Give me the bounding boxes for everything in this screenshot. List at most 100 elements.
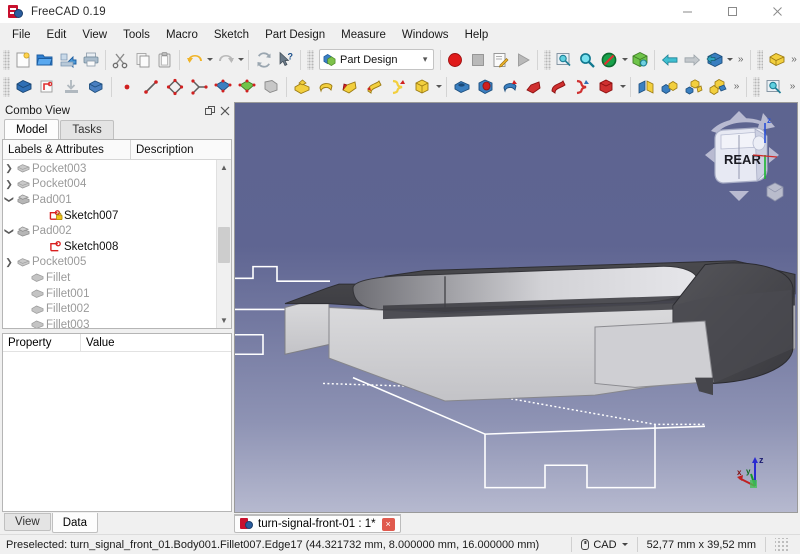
scrollbar-track[interactable] bbox=[217, 175, 231, 313]
subtractive-box-button[interactable] bbox=[594, 75, 618, 99]
tree-item-pad002[interactable]: ❯ Pad002 bbox=[3, 223, 216, 239]
close-panel-button[interactable] bbox=[217, 103, 232, 118]
pad-button[interactable] bbox=[290, 75, 314, 99]
tree-column-labels[interactable]: Labels & Attributes bbox=[3, 140, 131, 159]
subtractive-primitives-caret[interactable] bbox=[618, 75, 627, 99]
create-body-button[interactable] bbox=[12, 75, 36, 99]
print-button[interactable] bbox=[79, 48, 102, 72]
tree-item-fillet[interactable]: Fillet bbox=[3, 270, 216, 286]
validate-sketch-button[interactable] bbox=[84, 75, 108, 99]
tree-column-description[interactable]: Description bbox=[131, 140, 231, 159]
navigation-cube[interactable]: REAR z bbox=[693, 109, 789, 209]
redo-dropdown-caret[interactable] bbox=[237, 48, 245, 72]
scroll-up-arrow-icon[interactable]: ▲ bbox=[217, 160, 231, 175]
copy-button[interactable] bbox=[131, 48, 154, 72]
menu-tools[interactable]: Tools bbox=[115, 25, 158, 45]
open-document-button[interactable] bbox=[34, 48, 57, 72]
additive-helix-button[interactable] bbox=[386, 75, 410, 99]
document-tab[interactable]: turn-signal-front-01 : 1* × bbox=[234, 514, 401, 533]
measure-button[interactable] bbox=[762, 75, 786, 99]
menu-part-design[interactable]: Part Design bbox=[257, 25, 333, 45]
tree-item-fillet003[interactable]: Fillet003 bbox=[3, 317, 216, 328]
tree-item-sketch007[interactable]: Sketch007 bbox=[3, 208, 216, 224]
tree-item-pocket004[interactable]: ❯ Pocket004 bbox=[3, 177, 216, 193]
redo-button[interactable] bbox=[214, 48, 237, 72]
tree-vertical-scrollbar[interactable]: ▲ ▼ bbox=[216, 160, 231, 328]
navigation-style-selector[interactable]: CAD bbox=[572, 535, 636, 554]
additive-primitives-caret[interactable] bbox=[434, 75, 443, 99]
workbench-selector[interactable]: Part Design ▾ bbox=[319, 49, 435, 70]
property-column-property[interactable]: Property bbox=[3, 334, 81, 351]
draw-style-dropdown-caret[interactable] bbox=[620, 48, 628, 72]
maximize-button[interactable] bbox=[710, 0, 755, 24]
paste-button[interactable] bbox=[154, 48, 177, 72]
shapebinder-button[interactable] bbox=[259, 75, 283, 99]
axonometric-view-button[interactable] bbox=[629, 48, 652, 72]
chevron-right-icon[interactable]: ❯ bbox=[3, 257, 15, 268]
menu-macro[interactable]: Macro bbox=[158, 25, 206, 45]
tree-item-fillet002[interactable]: Fillet002 bbox=[3, 301, 216, 317]
point-button[interactable] bbox=[115, 75, 139, 99]
scroll-down-arrow-icon[interactable]: ▼ bbox=[217, 313, 231, 328]
menu-help[interactable]: Help bbox=[457, 25, 497, 45]
linear-pattern-button[interactable] bbox=[658, 75, 682, 99]
fit-selection-button[interactable] bbox=[553, 48, 576, 72]
tree-item-pocket005[interactable]: ❯ Pocket005 bbox=[3, 255, 216, 271]
std-views-button[interactable] bbox=[704, 48, 727, 72]
whats-this-button[interactable]: ? bbox=[275, 48, 298, 72]
menu-measure[interactable]: Measure bbox=[333, 25, 394, 45]
minimize-button[interactable] bbox=[665, 0, 710, 24]
chevron-down-icon[interactable] bbox=[621, 543, 628, 546]
toolbar-overflow-chevron-4[interactable]: » bbox=[786, 75, 799, 99]
mirrored-button[interactable] bbox=[634, 75, 658, 99]
toolbar-grip[interactable] bbox=[3, 49, 10, 70]
toolbar-overflow-chevron-1[interactable]: » bbox=[735, 48, 747, 72]
pocket-button[interactable] bbox=[450, 75, 474, 99]
polyline-button[interactable] bbox=[163, 75, 187, 99]
save-document-button[interactable] bbox=[57, 48, 80, 72]
new-document-button[interactable] bbox=[12, 48, 35, 72]
datum-plane-button[interactable] bbox=[211, 75, 235, 99]
tree-item-pocket003[interactable]: ❯ Pocket003 bbox=[3, 161, 216, 177]
tab-tasks[interactable]: Tasks bbox=[60, 120, 114, 139]
multitransform-button[interactable] bbox=[706, 75, 730, 99]
revolution-button[interactable] bbox=[314, 75, 338, 99]
3d-viewport[interactable]: REAR z z x y bbox=[234, 102, 798, 513]
groove-button[interactable] bbox=[498, 75, 522, 99]
toolbar-grip-macro[interactable] bbox=[307, 49, 314, 70]
create-sketch-button[interactable] bbox=[36, 75, 60, 99]
undo-button[interactable] bbox=[183, 48, 206, 72]
close-button[interactable] bbox=[755, 0, 800, 24]
toolbar-grip-structure[interactable] bbox=[756, 49, 764, 70]
tree-item-sketch008[interactable]: Sketch008 bbox=[3, 239, 216, 255]
macro-execute-button[interactable] bbox=[512, 48, 535, 72]
document-tab-close-icon[interactable]: × bbox=[381, 517, 395, 531]
chevron-right-icon[interactable]: ❯ bbox=[3, 179, 15, 190]
toolbar-overflow-chevron-3[interactable]: » bbox=[730, 75, 743, 99]
menu-windows[interactable]: Windows bbox=[394, 25, 457, 45]
macro-record-button[interactable] bbox=[444, 48, 467, 72]
undo-dropdown-caret[interactable] bbox=[206, 48, 214, 72]
tab-view[interactable]: View bbox=[4, 513, 51, 531]
menu-file[interactable]: File bbox=[4, 25, 39, 45]
chevron-down-icon[interactable]: ▾ bbox=[419, 54, 431, 65]
tab-model[interactable]: Model bbox=[4, 119, 60, 139]
menu-sketch[interactable]: Sketch bbox=[206, 25, 257, 45]
toolbar-grip-partdesign[interactable] bbox=[3, 76, 10, 97]
subtractive-helix-button[interactable] bbox=[570, 75, 594, 99]
polar-pattern-button[interactable] bbox=[682, 75, 706, 99]
additive-box-button[interactable] bbox=[410, 75, 434, 99]
additive-loft-button[interactable] bbox=[338, 75, 362, 99]
cut-button[interactable] bbox=[109, 48, 132, 72]
chevron-down-icon[interactable]: ❯ bbox=[4, 194, 15, 206]
fit-all-button[interactable] bbox=[575, 48, 598, 72]
part-shape-button[interactable] bbox=[765, 48, 788, 72]
tree-item-pad001[interactable]: ❯ Pad001 bbox=[3, 192, 216, 208]
toolbar-overflow-chevron-2[interactable]: » bbox=[788, 48, 800, 72]
subtractive-loft-button[interactable] bbox=[522, 75, 546, 99]
next-view-button[interactable] bbox=[681, 48, 704, 72]
float-panel-button[interactable] bbox=[202, 103, 217, 118]
previous-view-button[interactable] bbox=[658, 48, 681, 72]
macro-stop-button[interactable] bbox=[467, 48, 490, 72]
refresh-button[interactable] bbox=[252, 48, 275, 72]
